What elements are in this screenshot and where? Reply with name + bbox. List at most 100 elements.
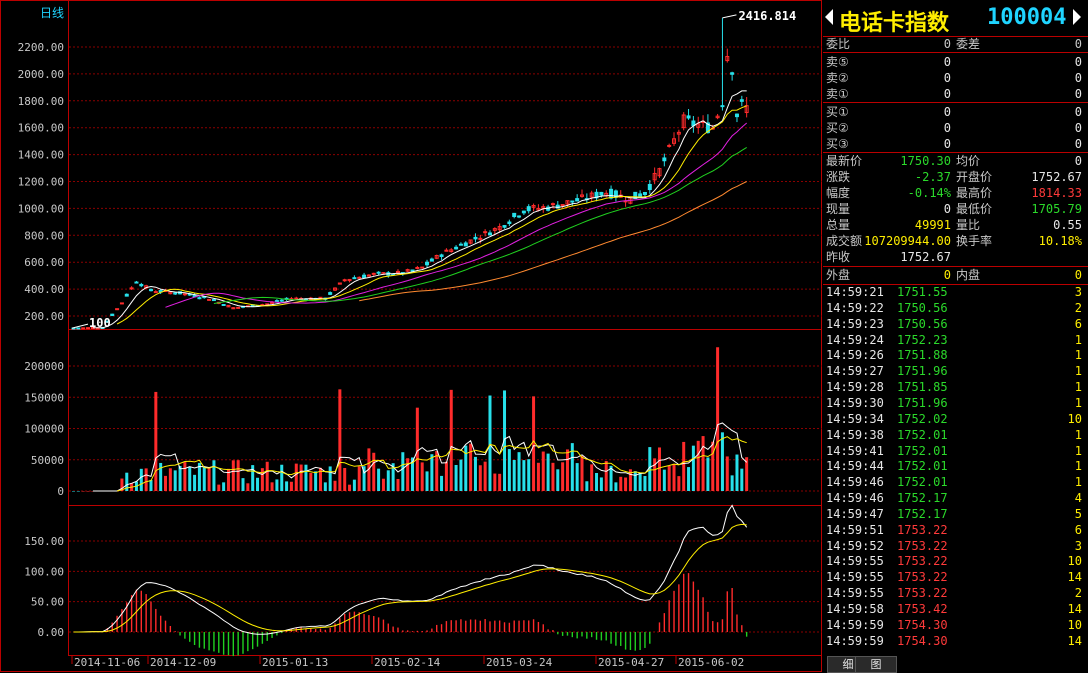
buy-label: 买① [826,105,849,119]
tick-row[interactable]: 14:59:28 1751.85 1 [823,379,1088,395]
quote-label: 涨跌 [826,170,851,184]
prev-close-label: 昨收 [826,250,851,264]
volume-bar [444,461,448,491]
candle-body [129,287,134,290]
volume-bar [706,457,710,491]
price-tick-label: 1600.00 [18,122,64,135]
quote-label: 成交额 [826,234,863,248]
volume-bar [735,454,739,491]
volume-bar [415,407,419,491]
volume-bar [386,470,390,491]
volume-bar [565,449,569,491]
wc-label: 委差 [956,37,981,51]
quote-label: 最高价 [956,186,993,200]
volume-bar [532,396,536,491]
tick-row[interactable]: 14:59:23 1750.56 6 [823,316,1088,332]
tick-price: 1752.01 [897,459,948,474]
candle-body [686,115,691,119]
volume-bar [522,460,526,491]
buy-row: 买② 0 0 [823,120,1088,136]
tick-row[interactable]: 14:59:46 1752.17 4 [823,490,1088,506]
volume-bar [667,465,671,491]
candle-body [550,203,555,206]
tick-row[interactable]: 14:59:26 1751.88 1 [823,347,1088,363]
tick-row[interactable]: 14:59:38 1752.01 1 [823,427,1088,443]
quote-label: 总量 [826,218,851,232]
tick-row[interactable]: 14:59:52 1753.22 3 [823,538,1088,554]
date-tick-label: 2014-12-09 [150,656,216,669]
sell-volume: 0 [1074,87,1082,101]
tick-row[interactable]: 14:59:21 1751.55 3 [823,284,1088,300]
tick-row[interactable]: 14:59:47 1752.17 5 [823,506,1088,522]
tick-time: 14:59:46 [826,475,884,490]
sell-row: 卖① 0 0 [823,86,1088,102]
sell-label: 卖① [826,87,849,101]
volume-bar [512,459,516,491]
tick-row[interactable]: 14:59:46 1752.01 1 [823,474,1088,490]
sell-price: 0 [943,55,951,69]
volume-bar [173,470,177,491]
candle-body [115,308,120,311]
tick-row[interactable]: 14:59:59 1754.30 10 [823,617,1088,633]
candle-body [483,231,488,234]
volume-bar [294,463,298,491]
tick-row[interactable]: 14:59:58 1753.42 14 [823,601,1088,617]
volume-bar [309,472,313,491]
tick-row[interactable]: 14:59:41 1752.01 1 [823,443,1088,459]
prev-stock-arrow-icon[interactable] [825,9,833,25]
quote-value: 0 [1074,154,1082,168]
tick-row[interactable]: 14:59:27 1751.96 1 [823,363,1088,379]
candle-body [458,243,463,246]
tick-price: 1753.22 [897,570,948,585]
quote-row: 幅度 -0.14% 最高价 1814.33 [823,185,1088,201]
sell-price: 0 [943,71,951,85]
candle-body [575,198,580,202]
candle-body [134,281,139,284]
tick-row[interactable]: 14:59:34 1752.02 10 [823,411,1088,427]
volume-bar [144,468,148,491]
buy-label: 买② [826,121,849,135]
kline-chart-area[interactable]: 日线 2200.00 2000.00 1800.00 1600.00 1400.00 120… [0,0,822,672]
candle-body [148,288,153,292]
tick-time: 14:59:23 [826,316,884,331]
volume-bar [401,452,405,491]
tick-row[interactable]: 14:59:55 1753.22 14 [823,569,1088,585]
volume-bar [212,460,216,491]
volume-bar [701,436,705,491]
candle-body [357,276,362,279]
date-tick-label: 2015-06-02 [678,656,744,669]
sell-volume: 0 [1074,71,1082,85]
tick-row[interactable]: 14:59:51 1753.22 6 [823,522,1088,538]
candle-body [76,327,81,330]
volume-bar [86,491,90,492]
candle-body [521,210,526,214]
candle-body [734,113,739,118]
tick-time: 14:59:55 [826,554,884,569]
candle-body [294,297,299,300]
tick-row[interactable]: 14:59:59 1754.30 14 [823,633,1088,649]
candle-body [182,293,187,296]
volume-bar [377,468,381,491]
volume-bar [154,391,158,491]
candle-body [439,254,444,258]
tick-row[interactable]: 14:59:55 1753.22 10 [823,553,1088,569]
candle-body [279,299,284,302]
tick-price: 1750.56 [897,316,948,331]
tick-time: 14:59:46 [826,491,884,506]
tick-row[interactable]: 14:59:24 1752.23 1 [823,332,1088,348]
stock-code: 100004 [987,5,1067,30]
tick-row[interactable]: 14:59:55 1753.22 2 [823,585,1088,601]
tick-time: 14:59:59 [826,633,884,648]
prev-close-row: 昨收 1752.67 [823,249,1088,265]
tick-row[interactable]: 14:59:22 1750.56 2 [823,300,1088,316]
tab-chart[interactable]: 图 [855,656,897,673]
kline-chart-svg[interactable]: 日线 2200.00 2000.00 1800.00 1600.00 1400.00 120… [0,0,822,672]
tick-row[interactable]: 14:59:44 1752.01 1 [823,458,1088,474]
next-stock-arrow-icon[interactable] [1073,9,1081,25]
quote-label: 开盘价 [956,170,993,184]
volume-tick-label: 0 [57,485,64,498]
volume-bar [527,459,531,491]
quote-value: 1814.33 [1031,186,1082,200]
tick-row[interactable]: 14:59:30 1751.96 1 [823,395,1088,411]
date-tick-label: 2014-11-06 [74,656,140,669]
